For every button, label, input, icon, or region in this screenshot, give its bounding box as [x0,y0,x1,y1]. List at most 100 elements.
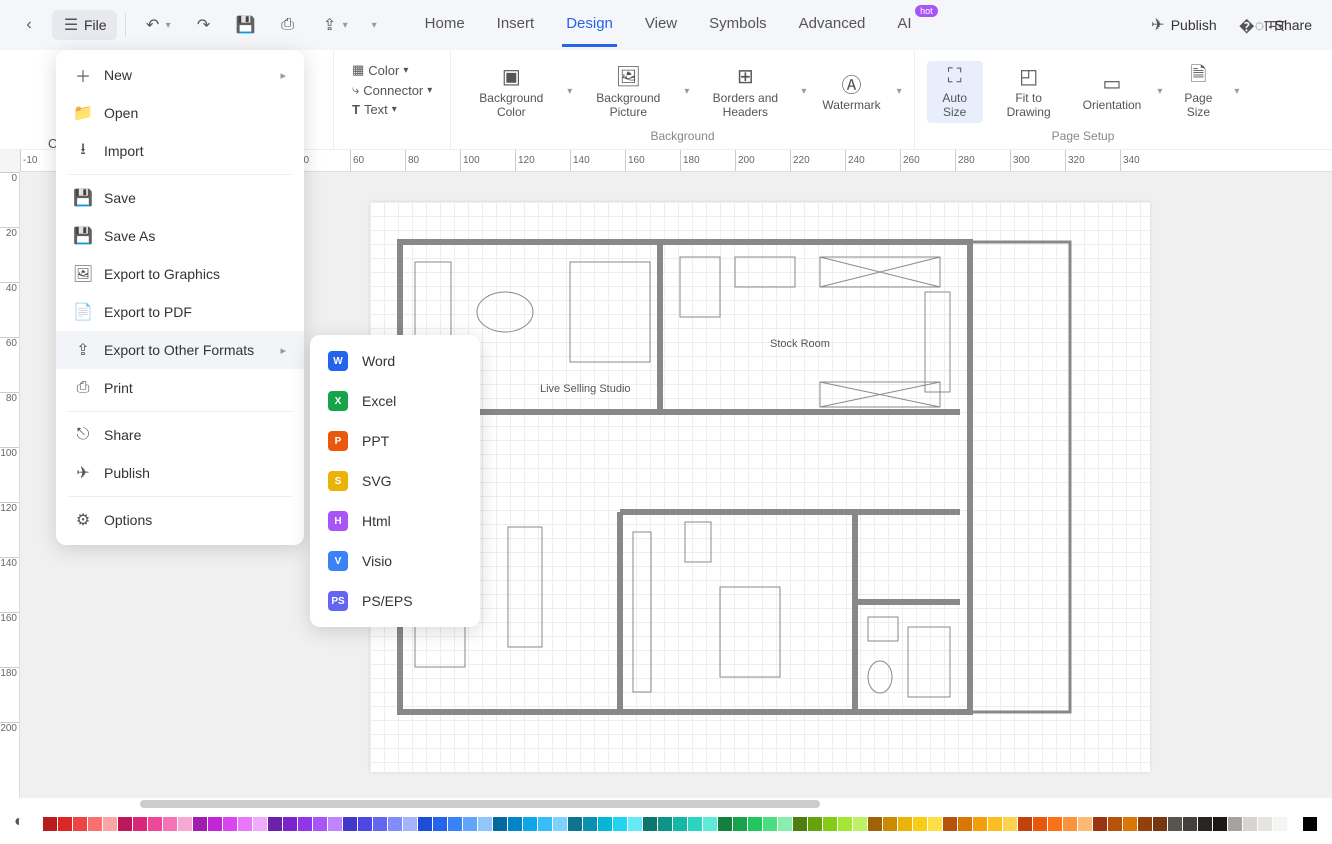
orientation-caret[interactable]: ▾ [1157,86,1162,97]
color-swatch[interactable] [808,817,822,831]
color-swatch[interactable] [703,817,717,831]
color-swatch[interactable] [1273,817,1287,831]
tab-ai[interactable]: AIhot [893,3,915,47]
color-swatch[interactable] [223,817,237,831]
export-excel[interactable]: XExcel [310,381,480,421]
color-swatch[interactable] [658,817,672,831]
color-swatch[interactable] [373,817,387,831]
color-swatch[interactable] [1093,817,1107,831]
color-swatch[interactable] [283,817,297,831]
color-swatch[interactable] [913,817,927,831]
color-swatch[interactable] [148,817,162,831]
color-swatch[interactable] [1018,817,1032,831]
color-swatch[interactable] [553,817,567,831]
color-swatch[interactable] [448,817,462,831]
menu-save-as[interactable]: 💾Save As [56,217,304,255]
save-button[interactable]: 💾 [227,10,265,40]
tab-design[interactable]: Design [562,3,617,47]
color-swatch[interactable] [508,817,522,831]
auto-size-button[interactable]: ⛶Auto Size [927,61,983,123]
color-swatch[interactable] [1288,817,1302,831]
eyedropper-icon[interactable]: ◐ [14,813,36,835]
bg-color-button[interactable]: ▣Background Color [463,61,559,123]
tab-symbols[interactable]: Symbols [705,3,771,47]
color-swatch[interactable] [1003,817,1017,831]
color-swatch[interactable] [193,817,207,831]
color-swatch[interactable] [763,817,777,831]
bg-color-caret[interactable]: ▾ [567,86,572,97]
publish-button[interactable]: ✈Publish [1139,10,1227,40]
color-swatch[interactable] [988,817,1002,831]
text-dropdown[interactable]: TText▾ [346,100,403,119]
export-visio[interactable]: VVisio [310,541,480,581]
color-swatch[interactable] [1213,817,1227,831]
color-swatch[interactable] [628,817,642,831]
page[interactable]: Live Selling Studio Stock Room [370,202,1150,772]
color-swatch[interactable] [268,817,282,831]
color-swatch[interactable] [1303,817,1317,831]
fit-drawing-button[interactable]: ◰Fit to Drawing [991,61,1067,123]
back-button[interactable]: ‹ [10,10,48,40]
color-swatch[interactable] [538,817,552,831]
color-swatch[interactable] [88,817,102,831]
menu-print[interactable]: ⎙Print [56,369,304,407]
color-swatch[interactable] [718,817,732,831]
color-swatch[interactable] [1153,817,1167,831]
menu-options[interactable]: ⚙Options [56,501,304,539]
color-swatch[interactable] [748,817,762,831]
bg-picture-button[interactable]: 🖼Background Picture [580,61,676,123]
undo-button[interactable]: ↶▾ [134,10,181,40]
file-button[interactable]: ☰File [52,10,117,40]
borders-caret[interactable]: ▾ [801,86,806,97]
borders-button[interactable]: ⊞Borders and Headers [697,61,793,123]
color-swatch[interactable] [673,817,687,831]
export-svg[interactable]: SSVG [310,461,480,501]
share-button[interactable]: �ामरShare [1243,10,1322,40]
menu-export-pdf[interactable]: 📄Export to PDF [56,293,304,331]
color-swatch[interactable] [958,817,972,831]
color-swatch[interactable] [298,817,312,831]
color-swatch[interactable] [1168,817,1182,831]
tab-home[interactable]: Home [421,3,469,47]
redo-button[interactable]: ↷ [185,10,223,40]
watermark-caret[interactable]: ▾ [897,86,902,97]
color-swatch[interactable] [133,817,147,831]
print-button[interactable]: ⎙ [269,10,307,40]
color-swatch[interactable] [943,817,957,831]
color-swatch[interactable] [433,817,447,831]
menu-new[interactable]: ＋New▸ [56,56,304,94]
menu-publish[interactable]: ✈Publish [56,454,304,492]
color-swatch[interactable] [358,817,372,831]
tab-view[interactable]: View [641,3,681,47]
color-swatch[interactable] [928,817,942,831]
color-swatch[interactable] [1243,817,1257,831]
color-swatch[interactable] [388,817,402,831]
color-swatch[interactable] [1048,817,1062,831]
color-swatch[interactable] [328,817,342,831]
export-html[interactable]: HHtml [310,501,480,541]
color-swatch[interactable] [178,817,192,831]
color-swatch[interactable] [1198,817,1212,831]
color-swatch[interactable] [898,817,912,831]
color-swatch[interactable] [793,817,807,831]
color-swatch[interactable] [688,817,702,831]
color-swatch[interactable] [58,817,72,831]
color-swatch[interactable] [853,817,867,831]
color-swatch[interactable] [733,817,747,831]
color-swatch[interactable] [868,817,882,831]
page-size-caret[interactable]: ▾ [1234,86,1239,97]
color-swatch[interactable] [478,817,492,831]
color-swatch[interactable] [1258,817,1272,831]
color-swatch[interactable] [598,817,612,831]
color-swatch[interactable] [253,817,267,831]
tab-insert[interactable]: Insert [493,3,539,47]
color-swatch[interactable] [1138,817,1152,831]
color-swatch[interactable] [778,817,792,831]
menu-open[interactable]: 📁Open [56,94,304,132]
color-swatch[interactable] [883,817,897,831]
color-swatch[interactable] [973,817,987,831]
color-swatch[interactable] [73,817,87,831]
menu-export-other[interactable]: ⇪Export to Other Formats▸ [56,331,304,369]
color-swatch[interactable] [1033,817,1047,831]
color-swatch[interactable] [43,817,57,831]
